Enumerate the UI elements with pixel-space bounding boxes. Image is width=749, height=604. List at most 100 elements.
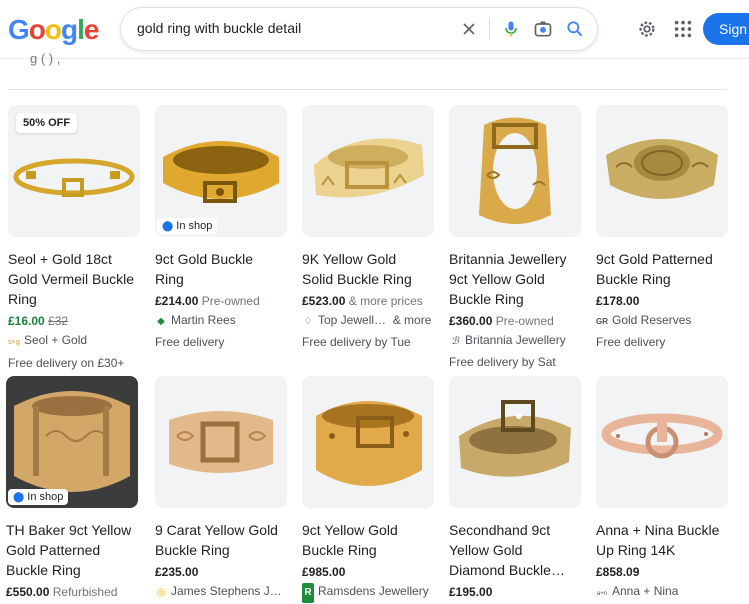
product-card[interactable]: 9ct Yellow Gold Buckle Ring £985.00 R Rams… [302,376,437,603]
title-line: Britannia Jewellery [449,251,567,267]
product-title[interactable]: 9ct Yellow Gold Buckle Ring [302,520,437,560]
delivery-text: Free delivery on £30+ [8,356,125,370]
product-image[interactable] [155,376,287,508]
in-shop-label: In shop [176,220,213,232]
product-card[interactable]: Britannia Jewellery 9ct Yellow Gold Buckle… [449,105,584,372]
product-image[interactable] [302,105,434,237]
seller-line[interactable]: s+g Seol + Gold [8,330,143,353]
product-card[interactable]: Anna + Nina Buckle Up Ring 14K £858.09 a+… [596,376,731,604]
sign-in-button[interactable]: Sign in [703,13,749,45]
title-line: Ring [8,291,37,307]
product-title[interactable]: 9ct Gold Patterned Buckle Ring [596,249,731,289]
header: Google gold ring with buckle detail Sign… [0,0,749,59]
product-title[interactable]: Secondhand 9ct Yellow Gold Diamond Buckle… [449,520,584,580]
title-line: Buckle Ring [6,562,81,578]
price: £858.09 [596,565,640,579]
in-shop-label: In shop [27,491,64,503]
condition: Pre-owned [495,314,554,328]
google-logo[interactable]: Google [8,14,100,46]
price: £360.00 [449,314,493,328]
product-card[interactable]: 50% OFF Seol + Gold 18ct Gold Vermeil Buc… [8,105,143,373]
seller-line[interactable]: ◆ Martin Rees [155,310,290,332]
search-icon[interactable] [565,19,585,39]
title-line: Up Ring 14K [596,542,676,558]
product-image[interactable]: 50% OFF [8,105,140,237]
product-title[interactable]: TH Baker 9ct Yellow Gold Patterned Buckle … [6,520,141,580]
title-line: Diamond Buckle… [449,562,565,578]
product-title[interactable]: Seol + Gold 18ct Gold Vermeil Buckle Ring [8,249,143,309]
james-stephens-logo-icon: ◎ [156,587,166,598]
price-line: £858.09 [596,563,731,581]
sale-price: £16.00 [8,314,45,328]
delivery-text: Free delivery by Tue [302,335,411,349]
title-line: Solid Buckle Ring [302,271,412,287]
search-box[interactable]: gold ring with buckle detail [120,7,598,51]
price: £985.00 [302,565,346,579]
price-line: £178.00 [596,292,731,310]
product-card[interactable]: 9K Yellow Gold Solid Buckle Ring £523.00 … [302,105,437,352]
title-line: 9ct Yellow Gold [449,271,545,287]
product-card[interactable]: 9 Carat Yellow Gold Buckle Ring £235.00 ◎… [155,376,290,603]
title-line: Gold Vermeil Buckle [8,271,135,287]
condition: Refurbished [52,585,118,599]
price: £550.00 [6,585,50,599]
seller-name: Britannia Jewellery [465,333,566,347]
in-shop-badge: ⬤ In shop [157,218,218,234]
seller-name: Top Jewell… [318,313,387,327]
title-line: TH Baker 9ct Yellow [6,522,132,538]
logo-letter: o [44,14,62,45]
product-image[interactable]: ⬤ In shop [155,105,287,237]
product-card[interactable]: 9ct Gold Patterned Buckle Ring £178.00 GR… [596,105,731,352]
seller-line[interactable]: a+n Anna + Nina [596,581,731,604]
product-title[interactable]: Britannia Jewellery 9ct Yellow Gold Buckle… [449,249,584,309]
anna-nina-logo-icon: a+n [596,591,608,597]
seller-name: James Stephens J… [171,584,282,598]
discount-badge: 50% OFF [16,113,78,133]
clear-icon[interactable] [459,19,479,39]
title-line: Buckle Ring [155,542,230,558]
product-image[interactable] [596,376,728,508]
product-title[interactable]: 9K Yellow Gold Solid Buckle Ring [302,249,437,289]
seller-name: Gold Reserves [612,313,692,327]
settings-gear-icon[interactable] [636,18,658,40]
title-line: Anna + Nina Buckle [596,522,720,538]
product-card[interactable]: ⬤ In shop 9ct Gold Buckle Ring £214.00 Pr… [155,105,290,352]
seol-gold-logo-icon: s+g [8,339,20,346]
title-line: 9ct Gold Patterned [596,251,713,267]
seller-line[interactable]: ♢ Top Jewell… & more [302,310,437,332]
product-image[interactable] [302,376,434,508]
product-card[interactable]: ⬤ In shop TH Baker 9ct Yellow Gold Patter… [6,376,141,601]
logo-letter: e [83,14,100,45]
title-line: Buckle Ring [302,542,377,558]
product-image[interactable] [596,105,728,237]
product-title[interactable]: Anna + Nina Buckle Up Ring 14K [596,520,731,560]
title-line: Yellow Gold [449,542,523,558]
camera-lens-icon[interactable] [533,19,553,39]
seller-name: Martin Rees [171,313,236,327]
ring-image-icon [316,401,422,486]
ring-image-icon [314,138,424,198]
product-card[interactable]: Secondhand 9ct Yellow Gold Diamond Buckle…… [449,376,584,601]
product-image[interactable]: ⬤ In shop [6,376,138,508]
seller-line[interactable]: GR Gold Reserves [596,310,731,332]
product-title[interactable]: 9ct Gold Buckle Ring [155,249,290,289]
old-price: £32 [48,314,69,328]
seller-line[interactable]: ℬ Britannia Jewellery [449,330,584,352]
search-input[interactable]: gold ring with buckle detail [137,20,301,36]
price-line: £360.00 Pre-owned [449,312,584,330]
seller-name: Ramsdens Jewellery [318,584,429,598]
search-divider [489,18,490,40]
microphone-icon[interactable] [501,19,521,39]
logo-letter: G [8,14,30,45]
product-image[interactable] [449,105,581,237]
price: £195.00 [449,585,493,599]
product-title[interactable]: 9 Carat Yellow Gold Buckle Ring [155,520,290,560]
apps-grid-icon[interactable] [672,18,694,40]
title-line: Buckle Ring [596,271,671,287]
logo-letter: o [28,14,46,45]
ring-image-icon [459,400,571,477]
title-line: 9ct Gold Buckle [155,251,254,267]
product-image[interactable] [449,376,581,508]
location-pin-icon: ⬤ [13,492,25,503]
seller-name: Anna + Nina [612,584,679,598]
